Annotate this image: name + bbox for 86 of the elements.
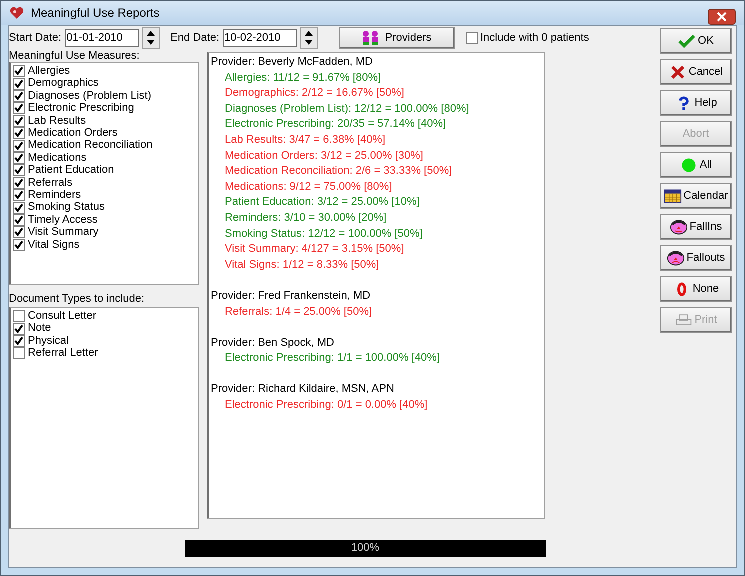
measure-result: Medication Orders: 3/12 = 25.00% [30%] — [224, 148, 424, 164]
checkmark-icon — [14, 91, 24, 102]
measure-checkbox[interactable]: Medications — [13, 152, 196, 164]
measure-result: Lab Results: 3/47 = 6.38% [40%] — [224, 132, 387, 148]
measure-result: Smoking Status: 12/12 = 100.00% [50%] — [224, 226, 424, 242]
heart-icon — [9, 5, 25, 21]
checkmark-icon — [14, 178, 24, 188]
measure-checkbox[interactable]: Timely Access — [13, 214, 196, 226]
action-button[interactable]: Cancel — [660, 59, 732, 85]
action-button[interactable]: All — [660, 152, 732, 178]
close-button[interactable] — [708, 9, 736, 25]
cross-icon — [668, 64, 687, 80]
measure-result: Referrals: 1/4 = 25.00% [50%] — [224, 304, 374, 320]
checkmark-icon — [14, 227, 24, 238]
measure-checkbox[interactable]: Referrals — [13, 176, 196, 190]
document-types-label: Document Types to include: — [9, 293, 146, 305]
action-button[interactable]: OK — [660, 28, 732, 54]
checkmark-icon — [14, 165, 24, 176]
provider-heading: Provider: Ben Spock, MD — [211, 336, 336, 351]
measure-result: Electronic Prescribing: 1/1 = 100.00% [40%] — [224, 351, 441, 366]
measure-result: Diagnoses (Problem List): 12/12 = 100.00% [80%] — [224, 102, 470, 117]
action-button[interactable]: None — [660, 276, 732, 302]
measure-result: Vital Signs: 1/12 = 8.33% [50%] — [224, 258, 380, 273]
include-zero-checkbox[interactable]: Include with 0 patients — [466, 32, 590, 44]
document-type-checkbox[interactable]: Referral Letter — [13, 347, 196, 360]
checkmark-icon — [14, 215, 24, 226]
measure-result: Demographics: 2/12 = 16.67% [50%] — [224, 86, 406, 102]
end-date-label: End Date: — [170, 32, 220, 44]
checkmark-icon — [14, 240, 24, 250]
measure-checkbox[interactable]: Allergies — [13, 65, 196, 78]
measure-result: Visit Summary: 4/127 = 3.15% [50%] — [224, 242, 406, 258]
checkmark-icon — [678, 34, 696, 48]
checkmark-icon — [14, 190, 24, 200]
window-title: Meaningful Use Reports — [31, 6, 161, 20]
face-icon — [666, 250, 685, 266]
measure-result: Allergies: 11/12 = 91.67% [80%] — [224, 70, 382, 86]
measure-checkbox[interactable]: Medication Reconciliation — [13, 139, 196, 152]
measures-label: Meaningful Use Measures: — [9, 50, 141, 62]
checkmark-icon — [14, 324, 24, 334]
measure-checkbox[interactable]: Vital Signs — [13, 238, 196, 252]
printer-icon — [674, 312, 693, 328]
checkmark-icon — [14, 103, 24, 114]
date-spinner[interactable] — [300, 27, 318, 49]
provider-heading: Provider: Richard Kildaire, MSN, APN — [211, 382, 396, 398]
measure-result: Electronic Prescribing: 20/35 = 57.14% [40%] — [224, 117, 448, 132]
action-button[interactable]: Calendar — [660, 183, 732, 209]
checkmark-icon — [14, 128, 24, 138]
measure-checkbox[interactable]: Reminders — [13, 189, 196, 202]
provider-heading: Provider: Beverly McFadden, MD — [211, 55, 374, 70]
calendar-icon — [664, 188, 682, 204]
measure-checkbox[interactable]: Electronic Prescribing — [13, 102, 196, 115]
date-spinner[interactable] — [142, 27, 160, 49]
close-icon — [717, 12, 727, 22]
start-date-label: Start Date: — [9, 32, 62, 44]
start-date-field[interactable]: 01-01-2010 — [64, 29, 139, 47]
measure-result: Medications: 9/12 = 75.00% [80%] — [224, 180, 394, 195]
checkmark-icon — [14, 140, 24, 151]
measure-result: Medication Reconciliation: 2/6 = 33.33% [50%] — [224, 164, 454, 180]
action-button[interactable]: FallIns — [660, 214, 732, 240]
checkmark-icon — [14, 116, 24, 126]
progress-text: 100% — [350, 542, 381, 554]
providers-button[interactable]: Providers — [338, 27, 454, 49]
action-button[interactable]: Help — [660, 90, 732, 116]
face-icon — [670, 220, 688, 234]
end-date-field[interactable]: 10-02-2010 — [222, 29, 296, 47]
measure-checkbox[interactable]: Diagnoses (Problem List) — [13, 90, 196, 102]
provider-heading: Provider: Fred Frankenstein, MD — [211, 288, 372, 304]
checkmark-icon — [14, 66, 24, 76]
document-type-checkbox[interactable]: Consult Letter — [13, 310, 196, 322]
measure-result: Electronic Prescribing: 0/1 = 0.00% [40%] — [224, 398, 429, 414]
document-type-checkbox[interactable]: Physical — [13, 334, 196, 348]
measure-checkbox[interactable]: Demographics — [13, 77, 196, 90]
measure-checkbox[interactable]: Patient Education — [13, 164, 196, 177]
measure-result: Patient Education: 3/12 = 25.00% [10%] — [224, 195, 421, 210]
action-button[interactable]: Fallouts — [660, 245, 732, 271]
measure-checkbox[interactable]: Smoking Status — [13, 201, 196, 214]
checkmark-icon — [14, 78, 24, 89]
circle-icon — [680, 158, 698, 172]
measure-checkbox[interactable]: Medication Orders — [13, 127, 196, 140]
document-type-checkbox[interactable]: Note — [13, 322, 196, 335]
checkmark-icon — [14, 336, 24, 346]
measure-checkbox[interactable]: Lab Results — [13, 114, 196, 128]
measure-checkbox[interactable]: Visit Summary — [13, 226, 196, 239]
measure-result: Reminders: 3/10 = 30.00% [20%] — [224, 210, 388, 226]
checkmark-icon — [14, 153, 24, 164]
checkmark-icon — [14, 202, 24, 213]
